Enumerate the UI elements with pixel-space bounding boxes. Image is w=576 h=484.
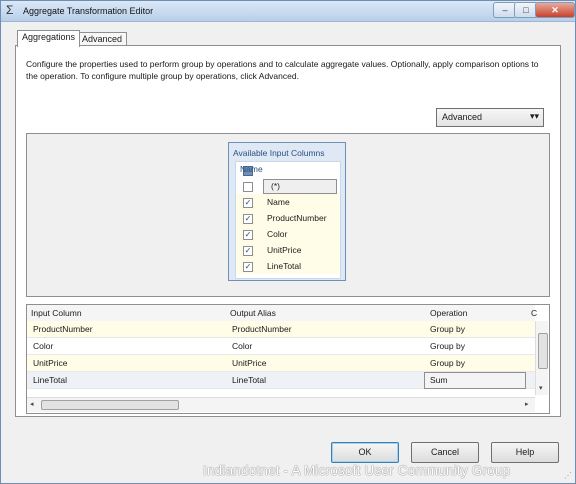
output-alias-cell[interactable]: UnitPrice xyxy=(232,358,266,368)
operation-cell[interactable]: Sum xyxy=(430,375,447,385)
close-icon: ✕ xyxy=(551,5,559,15)
cancel-label: Cancel xyxy=(430,447,459,457)
watermark-text: Indiandotnet - A Microsoft User Communit… xyxy=(203,463,511,478)
available-input-columns-header: Available Input Columns xyxy=(233,148,325,158)
column-checkbox[interactable] xyxy=(243,182,253,192)
operation-cell[interactable]: Group by xyxy=(430,324,465,334)
operation-cell[interactable]: Group by xyxy=(430,341,465,351)
operation-header: Operation xyxy=(430,308,468,318)
scroll-down-icon[interactable]: ▾ xyxy=(539,384,543,392)
table-row[interactable]: LineTotal LineTotal Sum xyxy=(27,372,535,389)
tab-advanced[interactable]: Advanced xyxy=(77,32,128,46)
input-column-cell[interactable]: ProductNumber xyxy=(33,324,93,334)
tab-aggregations[interactable]: Aggregations xyxy=(17,30,81,47)
advanced-dropdown-button[interactable]: Advanced ▾▾ xyxy=(436,108,544,127)
output-alias-cell[interactable]: Color xyxy=(232,341,252,351)
aggregations-panel: Configure the properties used to perform… xyxy=(15,45,561,417)
table-row[interactable]: UnitPrice UnitPrice Group by xyxy=(27,355,535,372)
column-name: Color xyxy=(267,229,288,239)
help-button[interactable]: Help xyxy=(491,442,559,463)
column-name: ProductNumber xyxy=(267,213,327,223)
output-alias-cell[interactable]: ProductNumber xyxy=(232,324,292,334)
column-name: UnitPrice xyxy=(267,245,302,255)
columns-list-header: Name xyxy=(236,162,340,178)
list-item[interactable]: ✓ ProductNumber xyxy=(236,210,340,226)
aggregation-grid: Input Column Output Alias Operation C Pr… xyxy=(26,304,550,414)
input-column-cell[interactable]: UnitPrice xyxy=(33,358,67,368)
list-item[interactable]: (*) xyxy=(236,178,340,194)
available-input-columns-box[interactable]: Available Input Columns Name (*) ✓ Name xyxy=(228,142,346,281)
scroll-right-icon[interactable]: ▸ xyxy=(525,400,529,408)
input-columns-diagram: Available Input Columns Name (*) ✓ Name xyxy=(26,133,550,297)
output-alias-header: Output Alias xyxy=(230,308,276,318)
horizontal-scroll-thumb[interactable] xyxy=(41,400,179,410)
double-chevron-down-icon: ▾▾ xyxy=(529,111,539,121)
list-item[interactable]: ✓ Color xyxy=(236,226,340,242)
input-column-cell[interactable]: LineTotal xyxy=(33,375,67,385)
column-checkbox[interactable]: ✓ xyxy=(243,262,253,272)
resize-grip-icon[interactable]: ⋰ xyxy=(564,471,572,480)
table-row[interactable]: ProductNumber ProductNumber Group by xyxy=(27,321,535,338)
tab-aggregations-label: Aggregations xyxy=(22,32,76,42)
tab-advanced-label: Advanced xyxy=(82,34,123,44)
column-checkbox[interactable]: ✓ xyxy=(243,230,253,240)
list-item[interactable]: ✓ Name xyxy=(236,194,340,210)
description-text: Configure the properties used to perform… xyxy=(26,59,539,81)
input-column-cell[interactable]: Color xyxy=(33,341,53,351)
cancel-button[interactable]: Cancel xyxy=(411,442,479,463)
column-checkbox[interactable]: ✓ xyxy=(243,246,253,256)
vertical-scrollbar[interactable]: ▾ xyxy=(535,321,548,395)
column-name: Name xyxy=(267,197,290,207)
scroll-left-icon[interactable]: ◂ xyxy=(30,400,34,408)
help-label: Help xyxy=(515,447,535,457)
horizontal-scrollbar[interactable]: ◂ ▸ xyxy=(27,397,535,412)
list-item[interactable]: ✓ LineTotal xyxy=(236,258,340,274)
input-column-header: Input Column xyxy=(31,308,82,318)
output-alias-cell[interactable]: LineTotal xyxy=(232,375,266,385)
column-name: (*) xyxy=(271,181,280,191)
list-item[interactable]: ✓ UnitPrice xyxy=(236,242,340,258)
title-bar[interactable]: Σ Aggregate Transformation Editor – □ ✕ xyxy=(1,1,575,22)
maximize-icon: □ xyxy=(523,5,529,15)
ok-label: OK xyxy=(358,447,372,457)
table-row[interactable]: Color Color Group by xyxy=(27,338,535,355)
column-checkbox[interactable]: ✓ xyxy=(243,198,253,208)
column-checkbox[interactable]: ✓ xyxy=(243,214,253,224)
advanced-dropdown-label: Advanced xyxy=(442,112,483,122)
grid-header: Input Column Output Alias Operation C xyxy=(27,305,538,322)
minimize-icon: – xyxy=(502,5,508,15)
columns-list: Name (*) ✓ Name ✓ ProductNumber ✓ Color … xyxy=(235,161,341,279)
column-name: LineTotal xyxy=(267,261,302,271)
ok-button[interactable]: OK xyxy=(331,442,399,463)
close-button[interactable]: ✕ xyxy=(535,2,575,18)
window-title: Aggregate Transformation Editor xyxy=(23,6,154,16)
comparison-header: C xyxy=(531,308,538,318)
sigma-icon: Σ xyxy=(6,3,14,17)
vertical-scroll-thumb[interactable] xyxy=(538,333,548,369)
aggregate-editor-window: Σ Aggregate Transformation Editor – □ ✕ … xyxy=(0,0,576,484)
name-column-header: Name xyxy=(240,164,263,174)
operation-cell[interactable]: Group by xyxy=(430,358,465,368)
